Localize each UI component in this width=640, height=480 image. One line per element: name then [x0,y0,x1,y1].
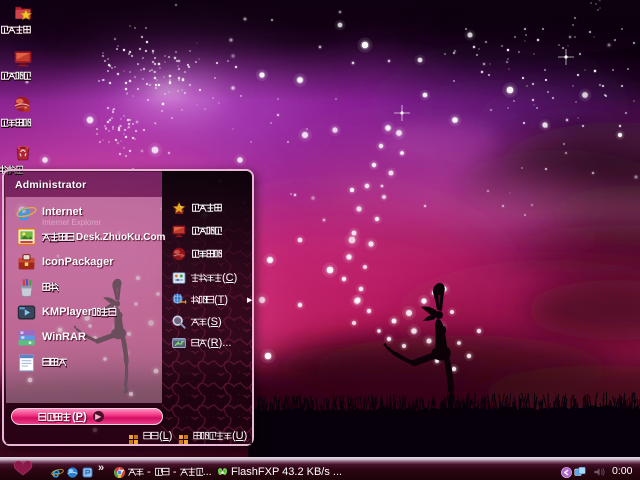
svg-text:e: e [52,466,60,479]
svg-text:e: e [18,202,31,223]
